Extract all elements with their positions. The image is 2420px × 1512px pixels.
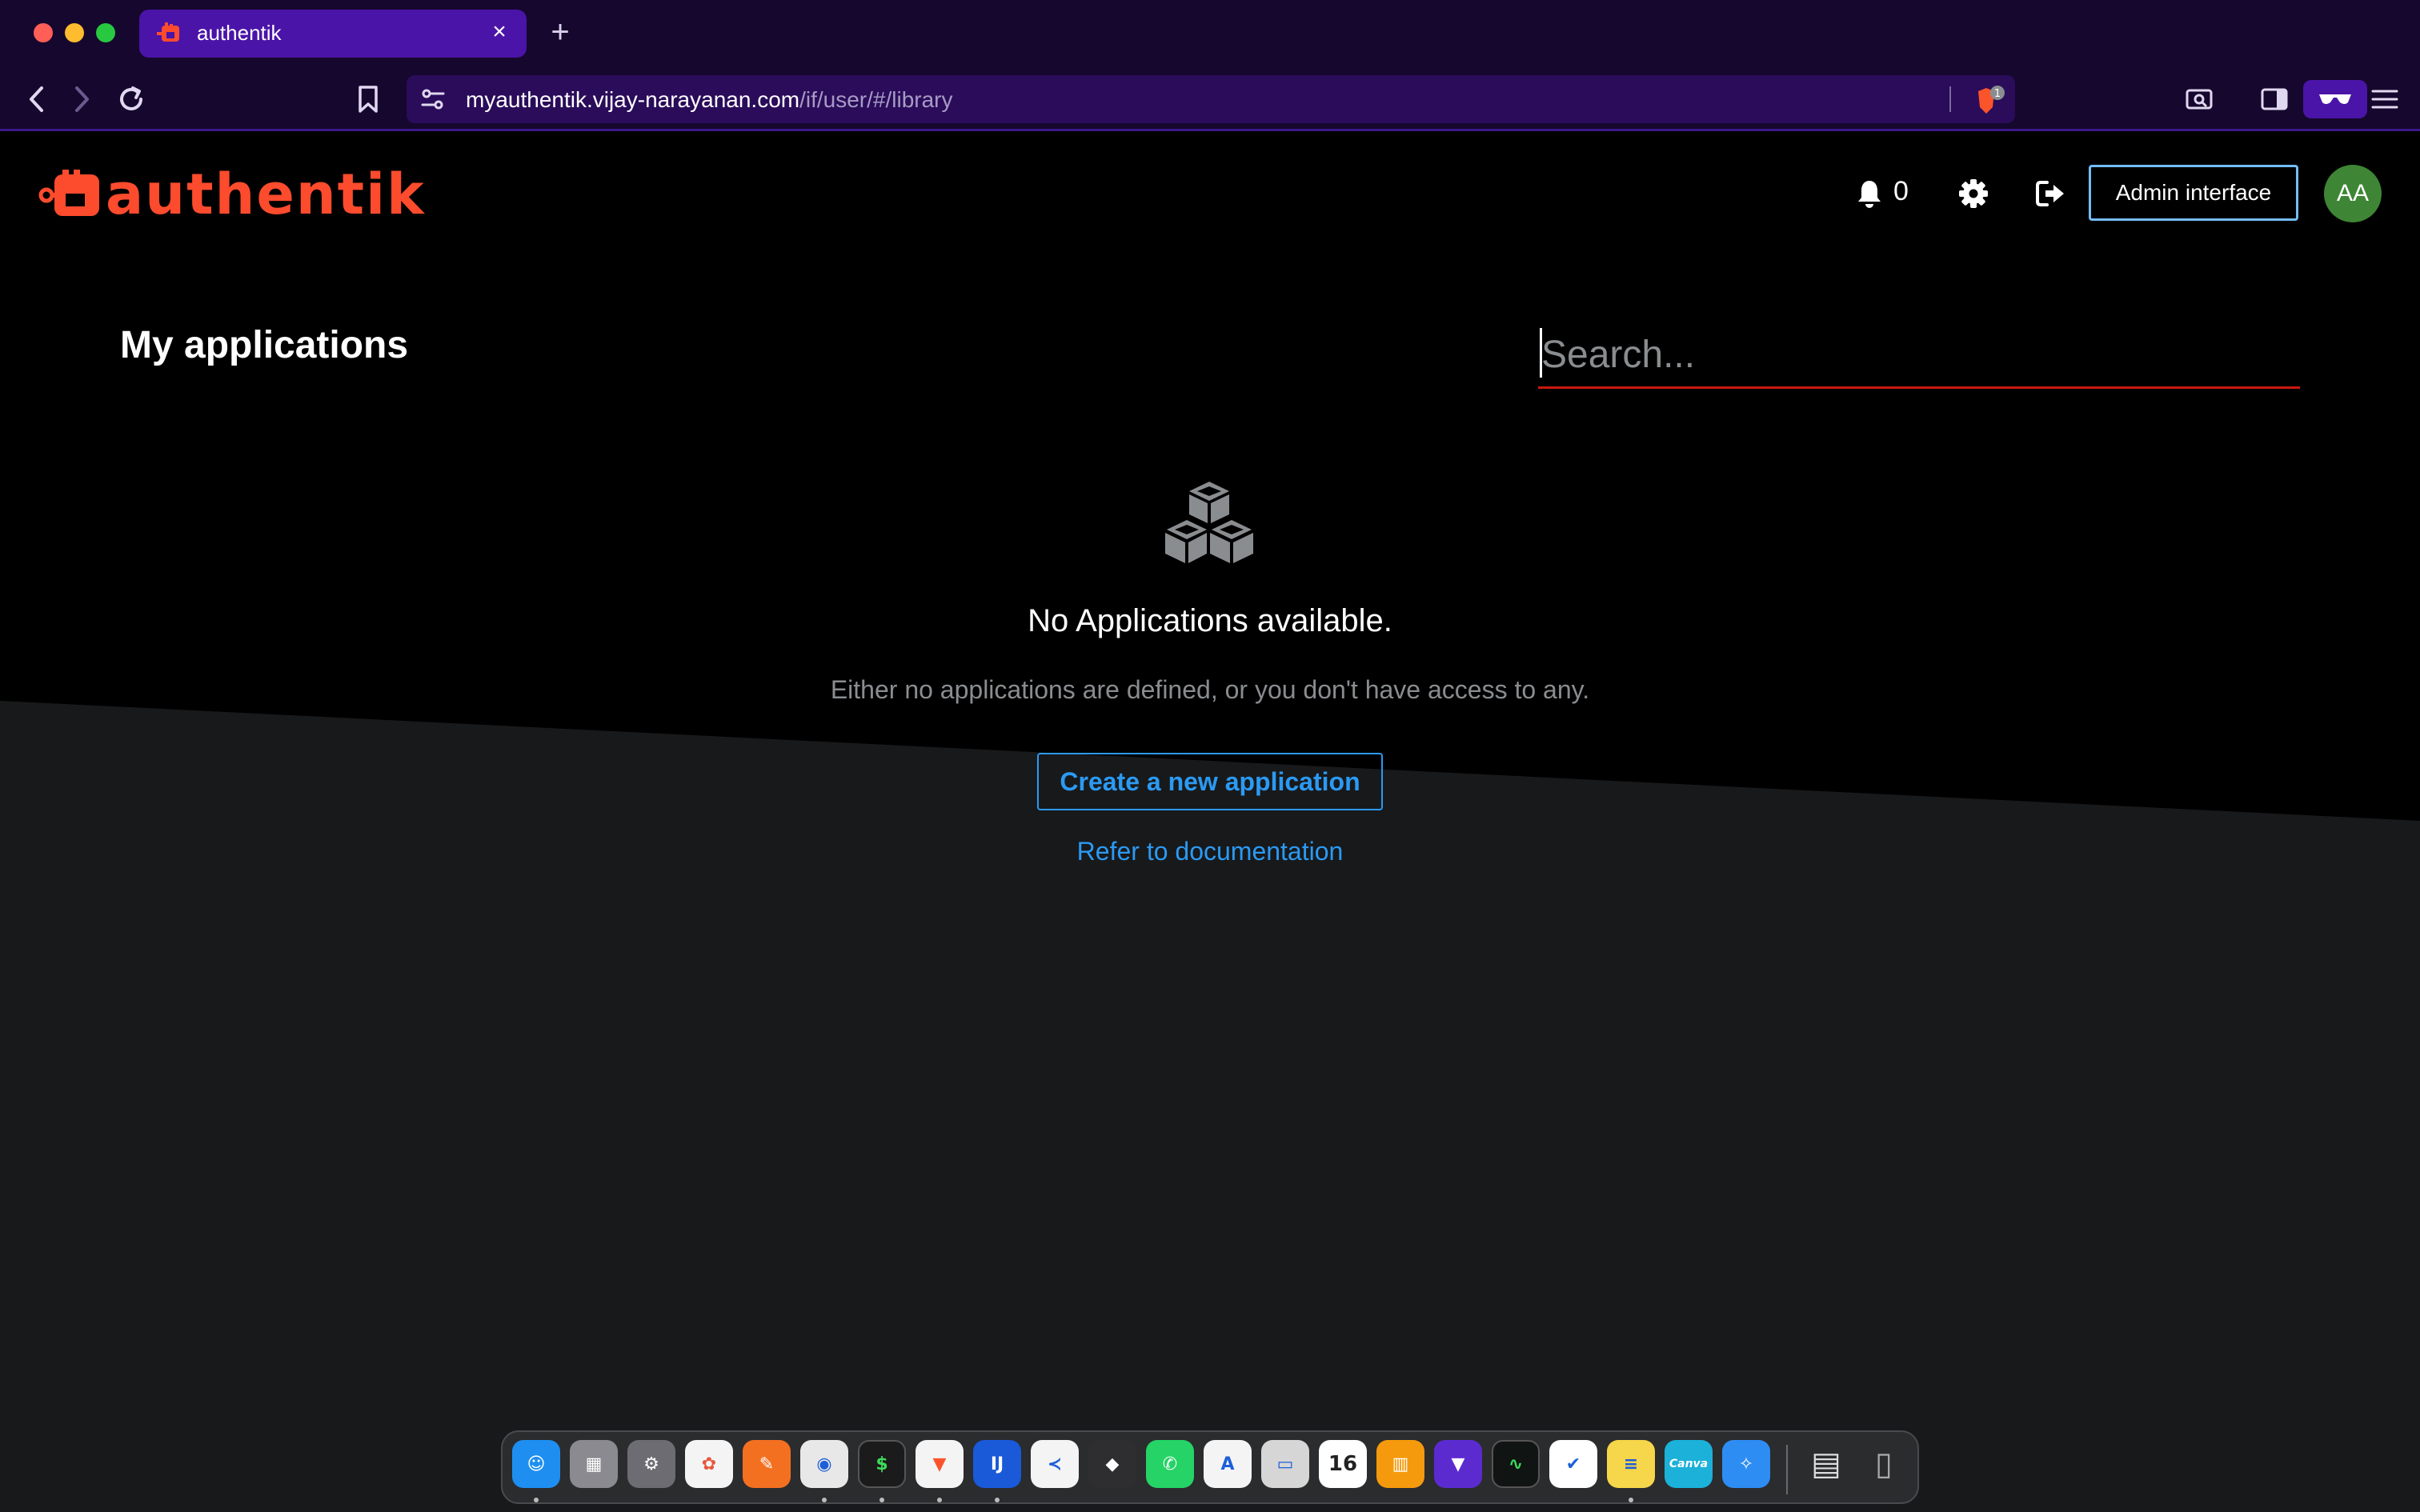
authentik-favicon-icon <box>157 22 179 42</box>
browser-toolbar: myauthentik.vijay-narayanan.com/if/user/… <box>0 67 2420 131</box>
hamburger-menu-icon <box>2371 90 2398 109</box>
notification-bell-icon[interactable] <box>1855 178 1884 210</box>
browser-tab-authentik[interactable]: authentik × <box>139 10 527 58</box>
sidebar-button[interactable] <box>2255 80 2294 118</box>
empty-state-title: No Applications available. <box>1028 603 1392 638</box>
macos-dock: ☺ ▦ ⚙ ✿ ✎ ◉ $ ▼ IJ ≺ ◆ ✆ A ▭ 16 ▥ ▼ ∿ ✔ ≡ Canva ✧ ▤ ▯ <box>501 1430 1919 1504</box>
bookmark-button[interactable] <box>349 80 387 118</box>
preview-icon[interactable]: ▭ <box>1261 1440 1309 1488</box>
dock-running-indicator <box>822 1498 827 1502</box>
chevron-left-icon <box>30 86 43 112</box>
tab-close-icon[interactable]: × <box>487 18 512 46</box>
vscode-icon[interactable]: ≺ <box>1031 1440 1079 1488</box>
dock-running-indicator <box>995 1498 1000 1502</box>
dock-running-indicator <box>1629 1498 1633 1502</box>
activity-monitor-icon[interactable]: ∿ <box>1492 1440 1540 1488</box>
documentation-link: Refer to documentation <box>0 837 2420 866</box>
cubes-icon <box>1165 482 1253 563</box>
window-zoom-button[interactable] <box>96 23 115 42</box>
search-text-cursor <box>1540 328 1542 378</box>
proton-vpn-icon[interactable]: ▼ <box>1434 1440 1482 1488</box>
bookmark-icon <box>359 86 378 113</box>
url-text: myauthentik.vijay-narayanan.com/if/user/… <box>466 87 953 113</box>
authentik-user-library-page: authentik 0 Admin interface AA My applic… <box>0 131 2420 1512</box>
url-host: myauthentik.vijay-narayanan.com <box>466 87 800 112</box>
app-store-icon[interactable]: A <box>1204 1440 1252 1488</box>
authentik-logo[interactable]: authentik <box>38 166 426 222</box>
tasks-icon[interactable]: ✔ <box>1549 1440 1597 1488</box>
create-application-button[interactable]: Create a new application <box>1037 753 1383 810</box>
page-title: My applications <box>120 324 409 366</box>
photos-icon[interactable]: ✿ <box>685 1440 733 1488</box>
screen: authentik × + myauthentik.vijay-narayana… <box>0 0 2420 1512</box>
pages-icon[interactable]: ✎ <box>743 1440 791 1488</box>
browser-tab-bar: authentik × + <box>0 0 2420 67</box>
url-path: /if/user/#/library <box>799 87 953 112</box>
reload-button[interactable] <box>112 80 150 118</box>
finder-icon[interactable]: ☺ <box>512 1440 560 1488</box>
calendar-icon[interactable]: 16 <box>1319 1440 1367 1488</box>
dock-separator <box>1786 1445 1788 1494</box>
site-settings-icon[interactable] <box>421 88 445 110</box>
intellij-icon[interactable]: IJ <box>973 1440 1021 1488</box>
brand-name: authentik <box>106 162 426 227</box>
sidebar-icon <box>2261 88 2288 110</box>
canva-icon[interactable]: Canva <box>1665 1440 1713 1488</box>
new-tab-button[interactable]: + <box>544 14 576 50</box>
brave-icon[interactable]: ▼ <box>916 1440 964 1488</box>
notification-count[interactable]: 0 <box>1893 176 1909 207</box>
safari-icon[interactable]: ✧ <box>1722 1440 1770 1488</box>
user-avatar[interactable]: AA <box>2324 165 2382 222</box>
terminal-icon[interactable]: $ <box>858 1440 906 1488</box>
wallet-button[interactable] <box>2180 80 2218 118</box>
dock-running-indicator <box>937 1498 942 1502</box>
forward-button[interactable] <box>62 80 101 118</box>
empty-state-body: Either no applications are defined, or y… <box>830 675 1590 704</box>
system-settings-icon[interactable]: ⚙ <box>627 1440 675 1488</box>
admin-interface-button[interactable]: Admin interface <box>2089 165 2298 221</box>
dock-running-indicator <box>879 1498 884 1502</box>
brave-shield-icon[interactable]: 1 <box>1973 85 2005 117</box>
launchpad-icon[interactable]: ▦ <box>570 1440 618 1488</box>
back-button[interactable] <box>18 80 56 118</box>
obsidian-icon[interactable]: ◆ <box>1088 1440 1136 1488</box>
documentation-link-text[interactable]: Refer to documentation <box>1077 837 1344 866</box>
glasses-icon <box>2319 94 2351 104</box>
documents-folder-icon[interactable]: ▤ <box>1802 1440 1850 1488</box>
whatsapp-icon[interactable]: ✆ <box>1146 1440 1194 1488</box>
screenshot-icon <box>2186 89 2213 110</box>
sign-out-icon[interactable] <box>2034 178 2066 210</box>
authentik-logo-icon <box>38 170 99 216</box>
address-bar[interactable]: myauthentik.vijay-narayanan.com/if/user/… <box>407 75 2015 123</box>
settings-gear-icon[interactable] <box>1957 178 1989 210</box>
chevron-right-icon <box>75 86 89 112</box>
shield-count: 1 <box>1994 88 2001 100</box>
reload-icon <box>120 86 142 110</box>
tab-title: authentik <box>197 21 282 45</box>
private-window-button[interactable] <box>2303 80 2367 118</box>
application-search-input[interactable] <box>1538 323 2300 389</box>
menu-button[interactable] <box>2366 80 2404 118</box>
books-icon[interactable]: ▥ <box>1376 1440 1424 1488</box>
window-close-button[interactable] <box>34 23 53 42</box>
trash-icon[interactable]: ▯ <box>1860 1440 1908 1488</box>
url-divider <box>1949 86 1951 112</box>
window-minimize-button[interactable] <box>65 23 84 42</box>
dock-running-indicator <box>534 1498 539 1502</box>
chrome-icon[interactable]: ◉ <box>800 1440 848 1488</box>
notes-icon[interactable]: ≡ <box>1607 1440 1655 1488</box>
